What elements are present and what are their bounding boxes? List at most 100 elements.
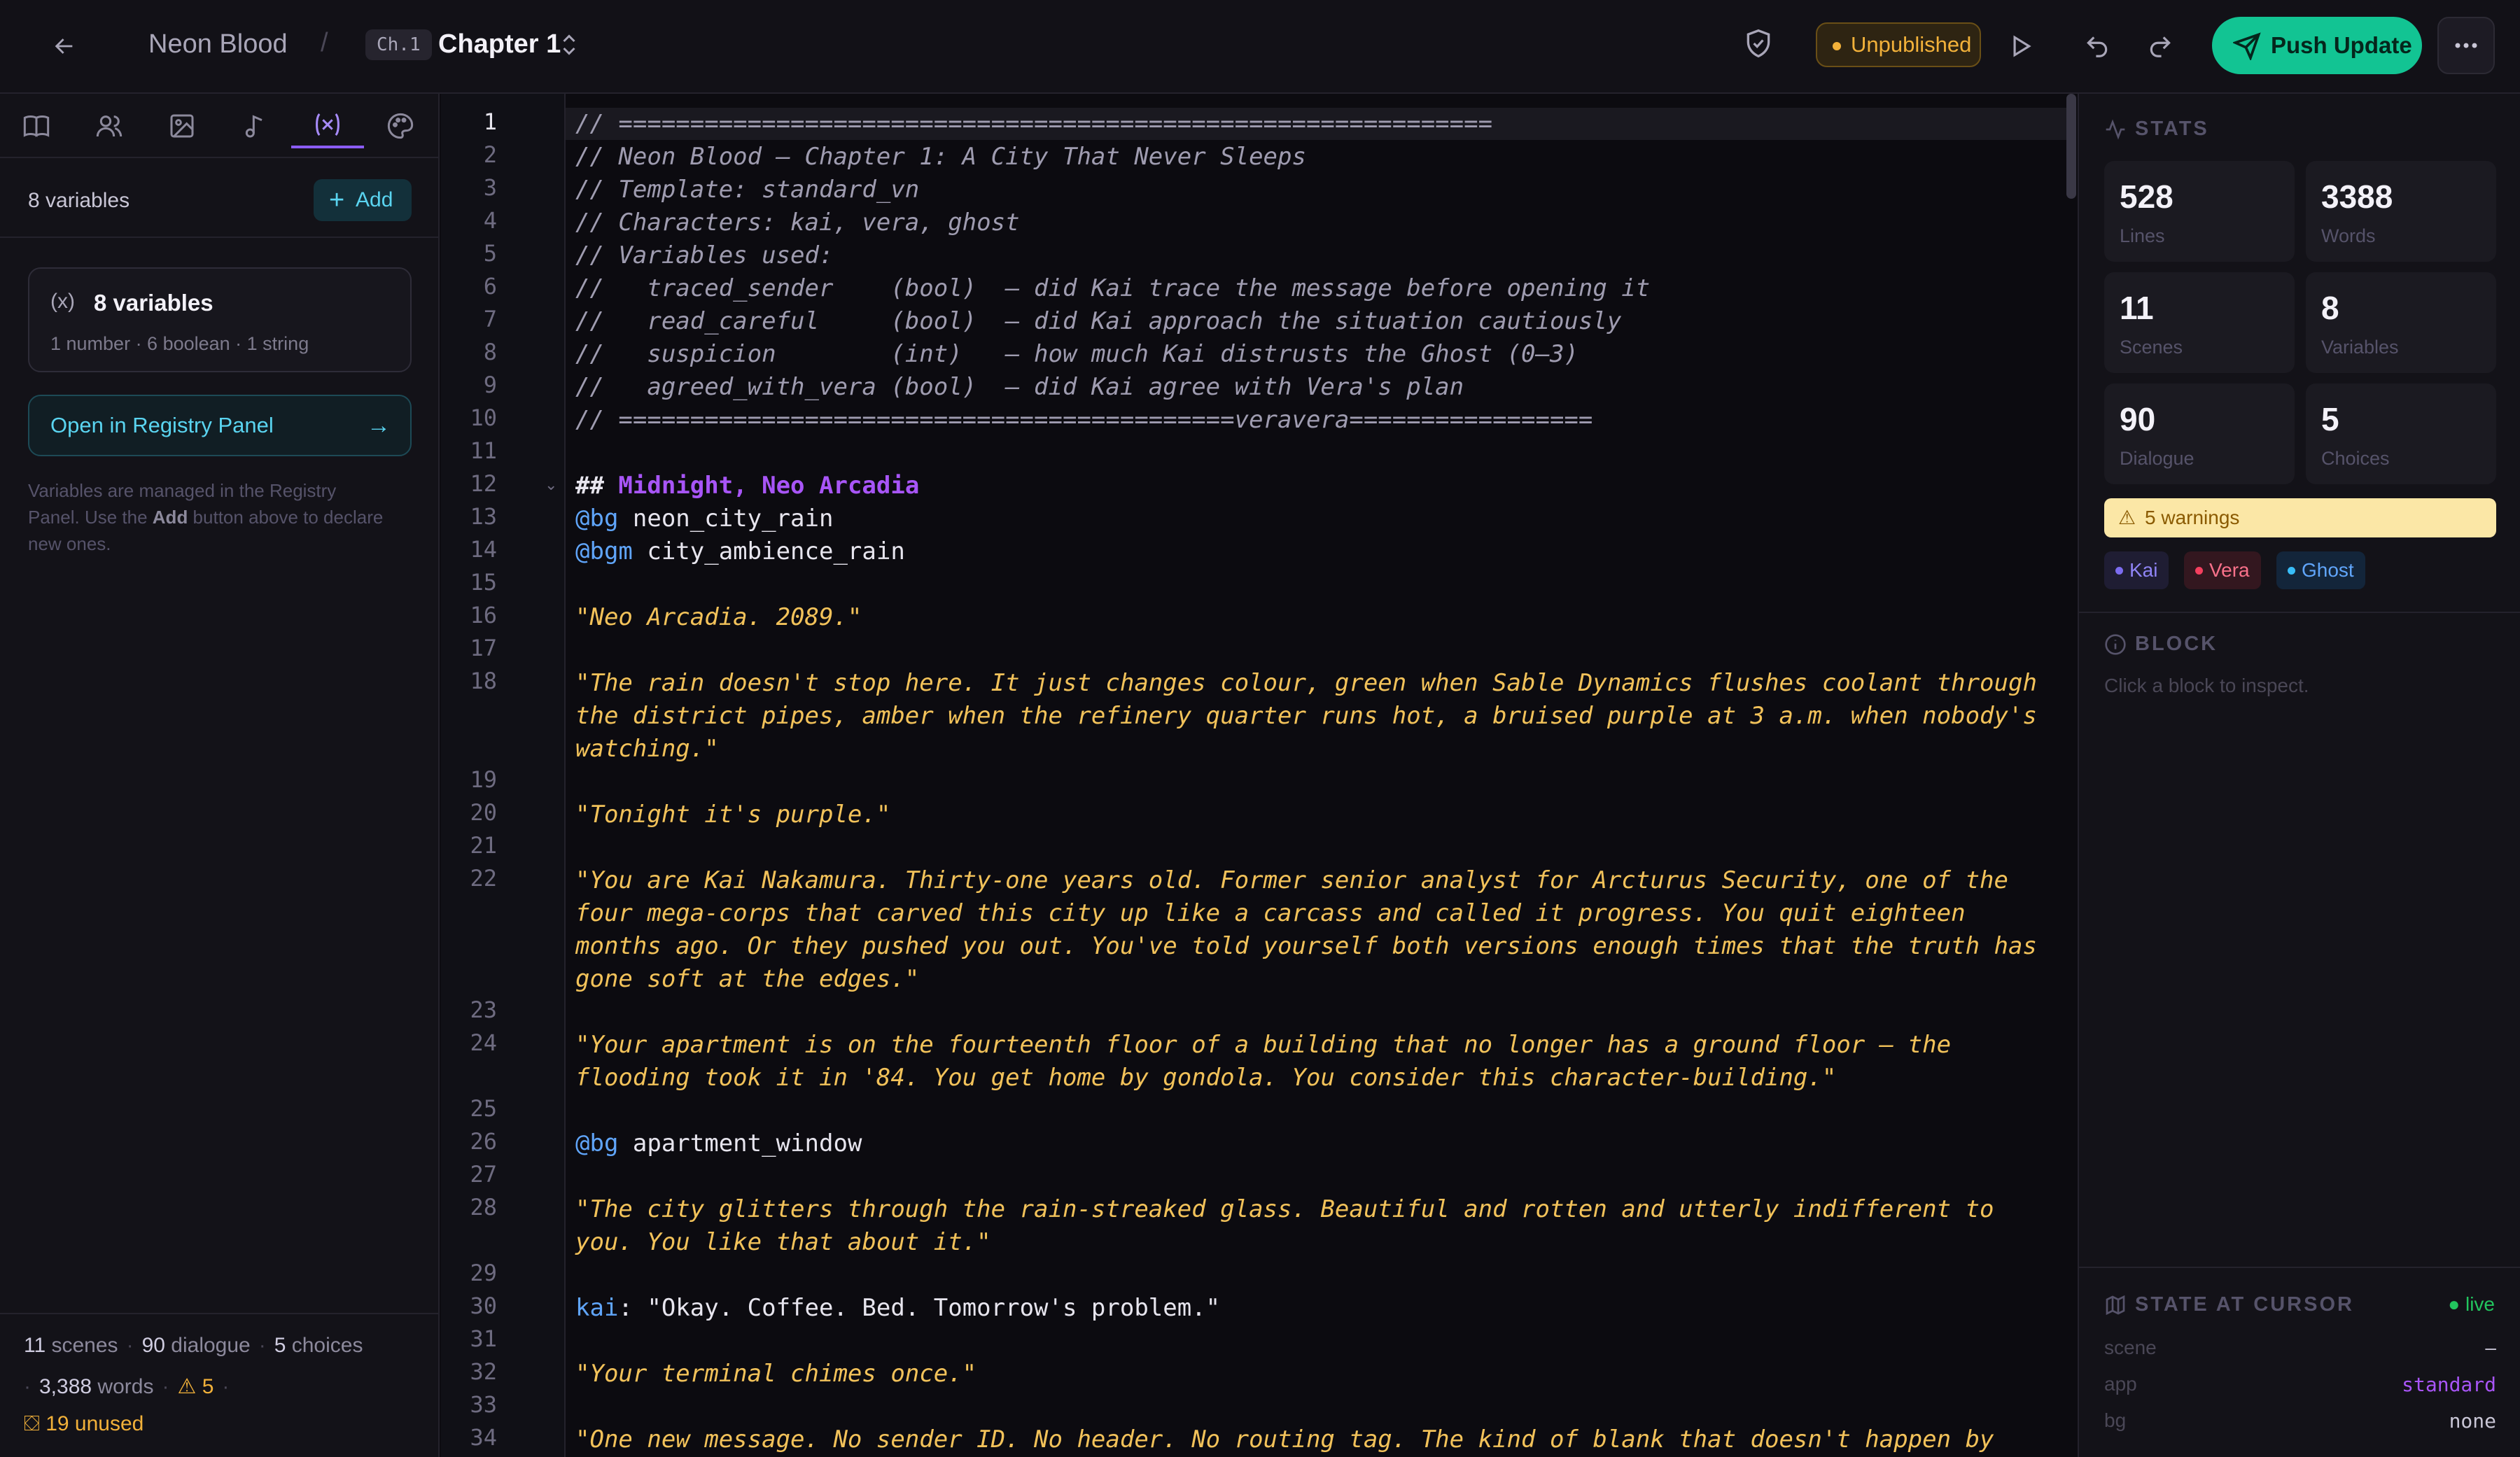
line-number: 17 <box>470 635 497 661</box>
editor-scrollbar[interactable] <box>2066 94 2076 199</box>
state-key: bg <box>2104 1409 2127 1431</box>
state-value: standard <box>2402 1373 2496 1396</box>
narration-line: months ago. Or they pushed you out. You'… <box>575 932 2037 960</box>
line-number: 4 <box>483 207 497 234</box>
narration-line: you. You like that about it." <box>575 1228 991 1256</box>
back-arrow-icon[interactable] <box>45 27 84 66</box>
more-options-icon[interactable] <box>2437 17 2495 74</box>
tab-images[interactable] <box>146 104 218 148</box>
heading-marker: ## <box>575 472 619 500</box>
character-chip-ghost[interactable]: Ghost <box>2276 551 2365 589</box>
map-icon <box>2106 1295 2125 1316</box>
characters-icon <box>96 115 122 137</box>
narration-line: "Tonight it's purple." <box>575 801 891 829</box>
tab-story[interactable] <box>0 104 73 148</box>
state-row-app: app standard <box>2104 1373 2496 1396</box>
stat-value: 11 <box>2120 290 2154 326</box>
stat-value: 8 <box>2321 290 2339 326</box>
line-number: 20 <box>470 799 497 826</box>
divider <box>2079 612 2520 613</box>
right-inspector-panel: STATS 528 Lines 3388 Words 11 Scenes 8 V… <box>2078 94 2520 1457</box>
stat-card-words: 3388 Words <box>2306 161 2496 262</box>
stat-card-choices: 5 Choices <box>2306 383 2496 484</box>
command-argument: city_ambience_rain <box>632 537 905 565</box>
line-number: 16 <box>470 602 497 628</box>
character-chip-label: Vera <box>2209 559 2250 581</box>
palette-icon <box>387 113 414 139</box>
line-number: 18 <box>470 668 497 694</box>
tab-variables[interactable] <box>291 104 364 148</box>
play-icon[interactable] <box>2002 28 2038 64</box>
status-label: Unpublished <box>1851 32 1972 57</box>
redo-icon[interactable] <box>2142 28 2178 64</box>
undo-icon[interactable] <box>2079 28 2115 64</box>
line-number: 1 <box>483 108 497 135</box>
line-number: 24 <box>470 1029 497 1056</box>
stat-value: 90 <box>2120 401 2156 437</box>
character-dot <box>2195 567 2203 575</box>
narration-line: "You are Kai Nakamura. Thirty-one years … <box>575 866 2008 894</box>
tab-characters[interactable] <box>73 104 146 148</box>
open-registry-button[interactable]: Open in Registry Panel → <box>28 395 412 456</box>
state-row-bg: bg none <box>2104 1409 2496 1433</box>
line-number: 10 <box>470 404 497 431</box>
command-argument: neon_city_rain <box>618 505 834 533</box>
stat-label: Dialogue <box>2120 448 2194 469</box>
warning-triangle-icon: ⚠ <box>2118 507 2136 528</box>
line-number: 30 <box>470 1293 497 1319</box>
line-number: 22 <box>470 865 497 892</box>
narration-line: "The rain doesn't stop here. It just cha… <box>575 669 2037 697</box>
project-title[interactable]: Neon Blood <box>148 29 288 59</box>
footer-words-label: words <box>97 1375 154 1398</box>
command-argument: apartment_window <box>618 1129 862 1157</box>
stat-card-variables: 8 Variables <box>2306 272 2496 373</box>
push-update-label: Push Update <box>2271 32 2412 58</box>
left-sidebar: 8 variables + Add (x) 8 variables 1 numb… <box>0 94 440 1457</box>
arrow-right-icon: → <box>367 412 391 439</box>
narration-line: four mega-corps that carved this city up… <box>575 899 1966 927</box>
code-line: // Neon Blood — Chapter 1: A City That N… <box>575 143 1306 171</box>
line-number: 34 <box>470 1424 497 1451</box>
add-variable-button[interactable]: + Add <box>314 179 412 221</box>
chapter-switch-icon[interactable] <box>559 31 584 62</box>
footer-warnings[interactable]: ⚠ 5 <box>177 1375 214 1398</box>
footer-unused[interactable]: ⛋ 19 unused <box>24 1412 144 1436</box>
line-number: 2 <box>483 141 497 168</box>
character-chip-vera[interactable]: Vera <box>2184 551 2261 589</box>
warnings-label: 5 warnings <box>2145 507 2240 528</box>
chapter-title[interactable]: Chapter 1 <box>438 29 561 59</box>
line-number: 23 <box>470 997 497 1023</box>
state-title: STATE AT CURSOR <box>2135 1293 2354 1316</box>
warnings-banner[interactable]: ⚠ 5 warnings <box>2104 498 2496 537</box>
command-line: @bg neon_city_rain <box>575 502 833 535</box>
command-keyword: @bg <box>575 505 619 533</box>
footer-words-count: 3,388 <box>39 1375 92 1398</box>
script-editor[interactable]: 1 2 3 4 5 6 7 8 9 10 11 12 ⌄ 13 14 15 16… <box>441 94 2076 1457</box>
line-number: 14 <box>470 536 497 563</box>
character-chip-kai[interactable]: Kai <box>2104 551 2169 589</box>
command-line: @bg apartment_window <box>575 1127 862 1160</box>
stat-label: Scenes <box>2120 337 2183 358</box>
footer-dialogue-label: dialogue <box>171 1334 251 1357</box>
sidebar-tabs <box>0 94 440 158</box>
fold-chevron-icon[interactable]: ⌄ <box>545 476 557 494</box>
top-bar: Neon Blood / Ch.1 Chapter 1 Unpublished … <box>0 0 2520 94</box>
line-number: 8 <box>483 339 497 365</box>
stat-label: Variables <box>2321 337 2399 358</box>
breadcrumb-separator: / <box>321 28 328 57</box>
state-value: none <box>2449 1409 2496 1433</box>
line-number: 31 <box>470 1325 497 1352</box>
tab-audio[interactable] <box>218 104 291 148</box>
narration-line: "Your apartment is on the fourteenth flo… <box>575 1031 1952 1059</box>
code-line: // Variables used: <box>575 241 834 269</box>
state-key: app <box>2104 1373 2137 1395</box>
shield-check-icon[interactable] <box>1743 28 1779 64</box>
tab-theme[interactable] <box>364 104 437 148</box>
divider <box>2079 1267 2520 1268</box>
book-icon <box>23 115 50 137</box>
line-number: 29 <box>470 1260 497 1286</box>
push-update-button[interactable]: Push Update <box>2212 17 2422 74</box>
character-chip-label: Kai <box>2129 559 2158 581</box>
stat-value: 5 <box>2321 401 2339 437</box>
narration-line: gone soft at the edges." <box>575 965 920 993</box>
